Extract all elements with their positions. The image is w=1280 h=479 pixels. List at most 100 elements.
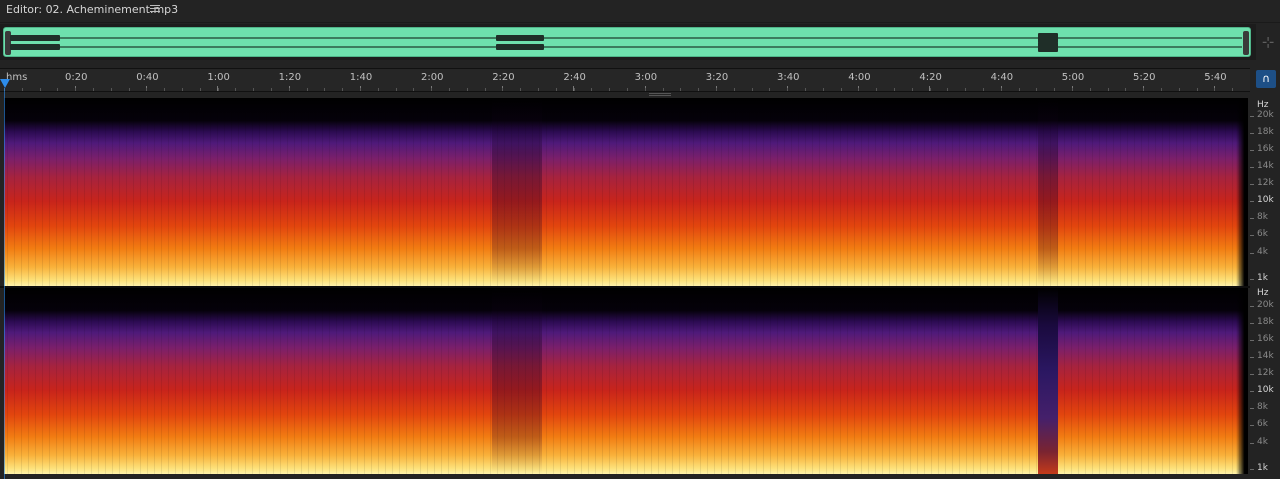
ruler-minor-tick <box>752 88 753 91</box>
ruler-minor-tick <box>538 88 539 91</box>
ruler-minor-tick <box>253 88 254 91</box>
ruler-minor-tick <box>200 88 201 91</box>
ruler-time-label: 1:40 <box>349 72 373 83</box>
ruler-minor-tick <box>858 88 859 91</box>
ruler-minor-tick <box>218 88 219 91</box>
ruler-minor-tick <box>805 88 806 91</box>
overview-right-handle[interactable] <box>1243 31 1249 55</box>
time-ruler[interactable]: hms 0:20 0:40 1:00 1:20 1:40 2:00 2:20 2:40 3:00… <box>0 68 1250 92</box>
frequency-unit: Hz <box>1257 100 1269 110</box>
ruler-minor-tick <box>769 88 770 91</box>
ruler-minor-tick <box>182 88 183 91</box>
spectral-dip <box>1038 98 1058 286</box>
ruler-minor-tick <box>1019 88 1020 91</box>
frequency-label: 20k <box>1257 110 1274 120</box>
ruler-minor-tick <box>1214 88 1215 91</box>
ruler-minor-tick <box>574 88 575 91</box>
overview-burst <box>496 35 544 41</box>
frequency-tick <box>1250 279 1254 280</box>
frequency-scale-left: Hz 20k 18k 16k 14k 12k 10k 8k 6k 4k 1k <box>1250 98 1280 286</box>
frequency-label: 12k <box>1257 178 1274 188</box>
frequency-tick <box>1250 306 1254 307</box>
ruler-minor-tick <box>378 88 379 91</box>
ruler-minor-tick <box>396 88 397 91</box>
frequency-label: 18k <box>1257 127 1274 137</box>
overview-waveform[interactable] <box>3 27 1251 57</box>
editor-title-bar: Editor: 02. Acheminement.mp3 <box>0 0 1280 22</box>
spectral-gap <box>1038 288 1058 474</box>
frequency-label: 10k <box>1257 195 1274 205</box>
frequency-tick <box>1250 340 1254 341</box>
frequency-label: 20k <box>1257 300 1274 310</box>
ruler-minor-tick <box>894 88 895 91</box>
ruler-time-label: 5:00 <box>1061 72 1085 83</box>
overview-burst <box>10 35 60 41</box>
ruler-minor-tick <box>716 88 717 91</box>
ruler-minor-tick <box>1054 88 1055 91</box>
spectrogram-channel-right[interactable] <box>4 288 1248 474</box>
frequency-label: 10k <box>1257 385 1274 395</box>
ruler-minor-tick <box>698 88 699 91</box>
ruler-minor-tick <box>787 88 788 91</box>
ruler-minor-tick <box>520 88 521 91</box>
spectrogram-fadeout <box>1236 288 1248 474</box>
ruler-time-label: 0:40 <box>136 72 159 83</box>
frequency-tick <box>1250 374 1254 375</box>
frequency-tick <box>1250 425 1254 426</box>
spectrogram-image <box>4 288 1248 474</box>
ruler-minor-tick <box>823 88 824 91</box>
ruler-minor-tick <box>235 88 236 91</box>
frequency-tick <box>1250 235 1254 236</box>
spectrogram-image <box>4 98 1248 286</box>
ruler-minor-tick <box>841 88 842 91</box>
ruler-minor-tick <box>876 88 877 91</box>
ruler-minor-tick <box>1197 88 1198 91</box>
ruler-time-label: 4:40 <box>990 72 1014 83</box>
frequency-tick <box>1250 116 1254 117</box>
ruler-time-label: 5:20 <box>1133 72 1156 83</box>
ruler-minor-tick <box>146 88 147 91</box>
hamburger-menu-icon[interactable] <box>150 3 160 15</box>
ruler-time-label: 4:00 <box>848 72 871 83</box>
frequency-label: 1k <box>1257 463 1268 473</box>
frequency-tick <box>1250 443 1254 444</box>
panel-resize-grip[interactable] <box>649 93 671 97</box>
ruler-time-label: 2:40 <box>563 72 586 83</box>
frequency-tick <box>1250 150 1254 151</box>
ruler-minor-tick <box>129 88 130 91</box>
frequency-label: 12k <box>1257 368 1274 378</box>
playhead-marker[interactable] <box>0 79 10 88</box>
ruler-minor-tick <box>609 88 610 91</box>
playhead-line <box>4 88 5 479</box>
ruler-minor-tick <box>627 88 628 91</box>
ruler-minor-tick <box>307 88 308 91</box>
ruler-minor-tick <box>1161 88 1162 91</box>
ruler-time-label: 3:40 <box>777 72 800 83</box>
ruler-minor-tick <box>930 88 931 91</box>
frequency-label: 6k <box>1257 229 1268 239</box>
ruler-minor-tick <box>645 88 646 91</box>
frequency-tick <box>1250 167 1254 168</box>
ruler-minor-tick <box>93 88 94 91</box>
ruler-time-label: 3:00 <box>634 72 658 83</box>
spectrogram-channel-left[interactable] <box>4 98 1248 286</box>
ruler-time-label: 1:20 <box>278 72 302 83</box>
ruler-minor-tick <box>734 88 735 91</box>
ruler-minor-tick <box>271 88 272 91</box>
ruler-time-label: 0:20 <box>65 72 88 83</box>
ruler-minor-tick <box>431 88 432 91</box>
ruler-minor-tick <box>1090 88 1091 91</box>
ruler-minor-tick <box>57 88 58 91</box>
magnet-snap-icon[interactable]: ∩ <box>1256 70 1276 88</box>
ruler-minor-tick <box>467 88 468 91</box>
spectral-dip <box>492 98 542 286</box>
ruler-minor-tick <box>556 88 557 91</box>
ruler-minor-tick <box>1108 88 1109 91</box>
zoom-navigator-icon[interactable]: ⊹ <box>1260 34 1276 50</box>
ruler-minor-tick <box>912 88 913 91</box>
frequency-tick <box>1250 391 1254 392</box>
frequency-tick <box>1250 184 1254 185</box>
ruler-minor-tick <box>289 88 290 91</box>
frequency-label: 1k <box>1257 273 1268 283</box>
overview-burst <box>496 44 544 50</box>
